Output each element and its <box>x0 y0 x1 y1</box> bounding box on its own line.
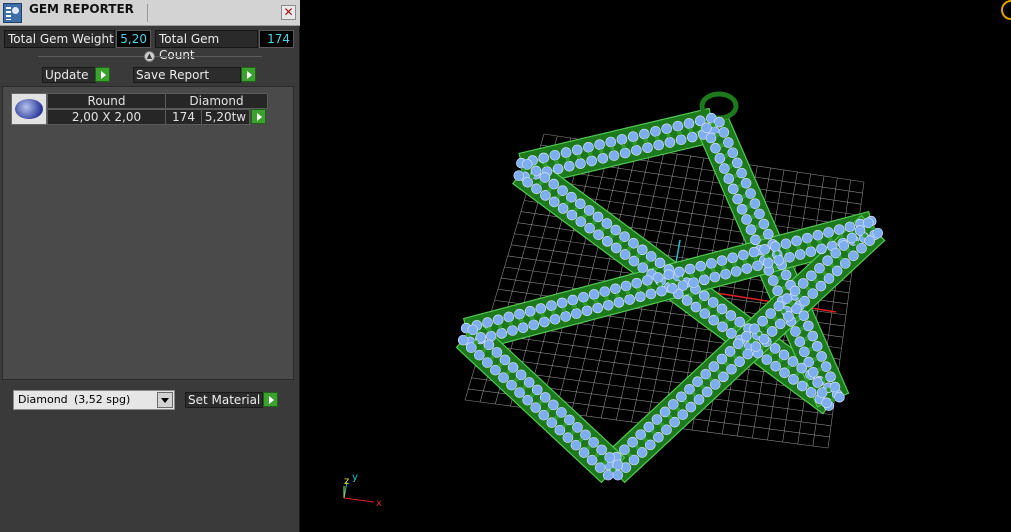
gem-count-cell: 174 <box>165 109 202 125</box>
total-gem-count-label: Total Gem Count <box>155 30 258 62</box>
view-cube-corner-icon[interactable] <box>1001 0 1011 20</box>
gem-list: Round Diamond 2,00 X 2,00 174 5,20tw <box>2 86 294 380</box>
total-gem-weight-value: 5,20 <box>116 30 151 48</box>
viewport-canvas[interactable]: x y z <box>308 0 1011 532</box>
pendant-bail-ring[interactable] <box>699 91 739 121</box>
titlebar-separator <box>147 4 148 22</box>
update-arrow-icon[interactable] <box>95 67 110 82</box>
update-button[interactable]: Update <box>42 67 96 83</box>
close-icon[interactable]: ✕ <box>281 5 296 20</box>
gem-size-cell: 2,00 X 2,00 <box>47 109 166 125</box>
total-gem-count-value: 174 <box>259 30 294 48</box>
material-select-spg: (3,52 spg) <box>74 393 131 406</box>
gizmo-y-label: y <box>352 472 358 483</box>
panel-titlebar[interactable]: GEM REPORTER ✕ <box>0 0 300 26</box>
material-select[interactable]: Diamond (3,52 spg) <box>13 390 175 410</box>
panel-title: GEM REPORTER <box>29 2 134 16</box>
total-gem-weight-label: Total Gem Weight <box>4 30 115 48</box>
round-gem-thumbnail-icon[interactable] <box>11 93 47 125</box>
material-select-name: Diamond <box>18 393 68 406</box>
save-report-button[interactable]: Save Report <box>133 67 241 83</box>
collapse-toggle-icon[interactable]: ▲ <box>144 51 155 62</box>
gem-reporter-app-icon <box>3 3 22 23</box>
set-material-arrow-icon[interactable] <box>263 392 278 407</box>
3d-viewport[interactable]: x y z <box>308 0 1011 532</box>
gem-weight-cell: 5,20tw <box>201 109 250 125</box>
save-report-arrow-icon[interactable] <box>241 67 256 82</box>
gem-material-cell: Diamond <box>165 93 268 109</box>
chevron-down-icon[interactable] <box>157 392 173 408</box>
gizmo-x-label: x <box>376 498 382 509</box>
set-material-button[interactable]: Set Material <box>185 392 263 408</box>
gizmo-z-label: z <box>344 476 349 487</box>
gem-reporter-panel: GEM REPORTER ✕ Total Gem Weight 5,20 Tot… <box>0 0 300 532</box>
gem-shape-cell: Round <box>47 93 166 109</box>
gem-select-arrow-icon[interactable] <box>251 109 266 124</box>
axis-gizmo: x y z <box>343 472 382 509</box>
